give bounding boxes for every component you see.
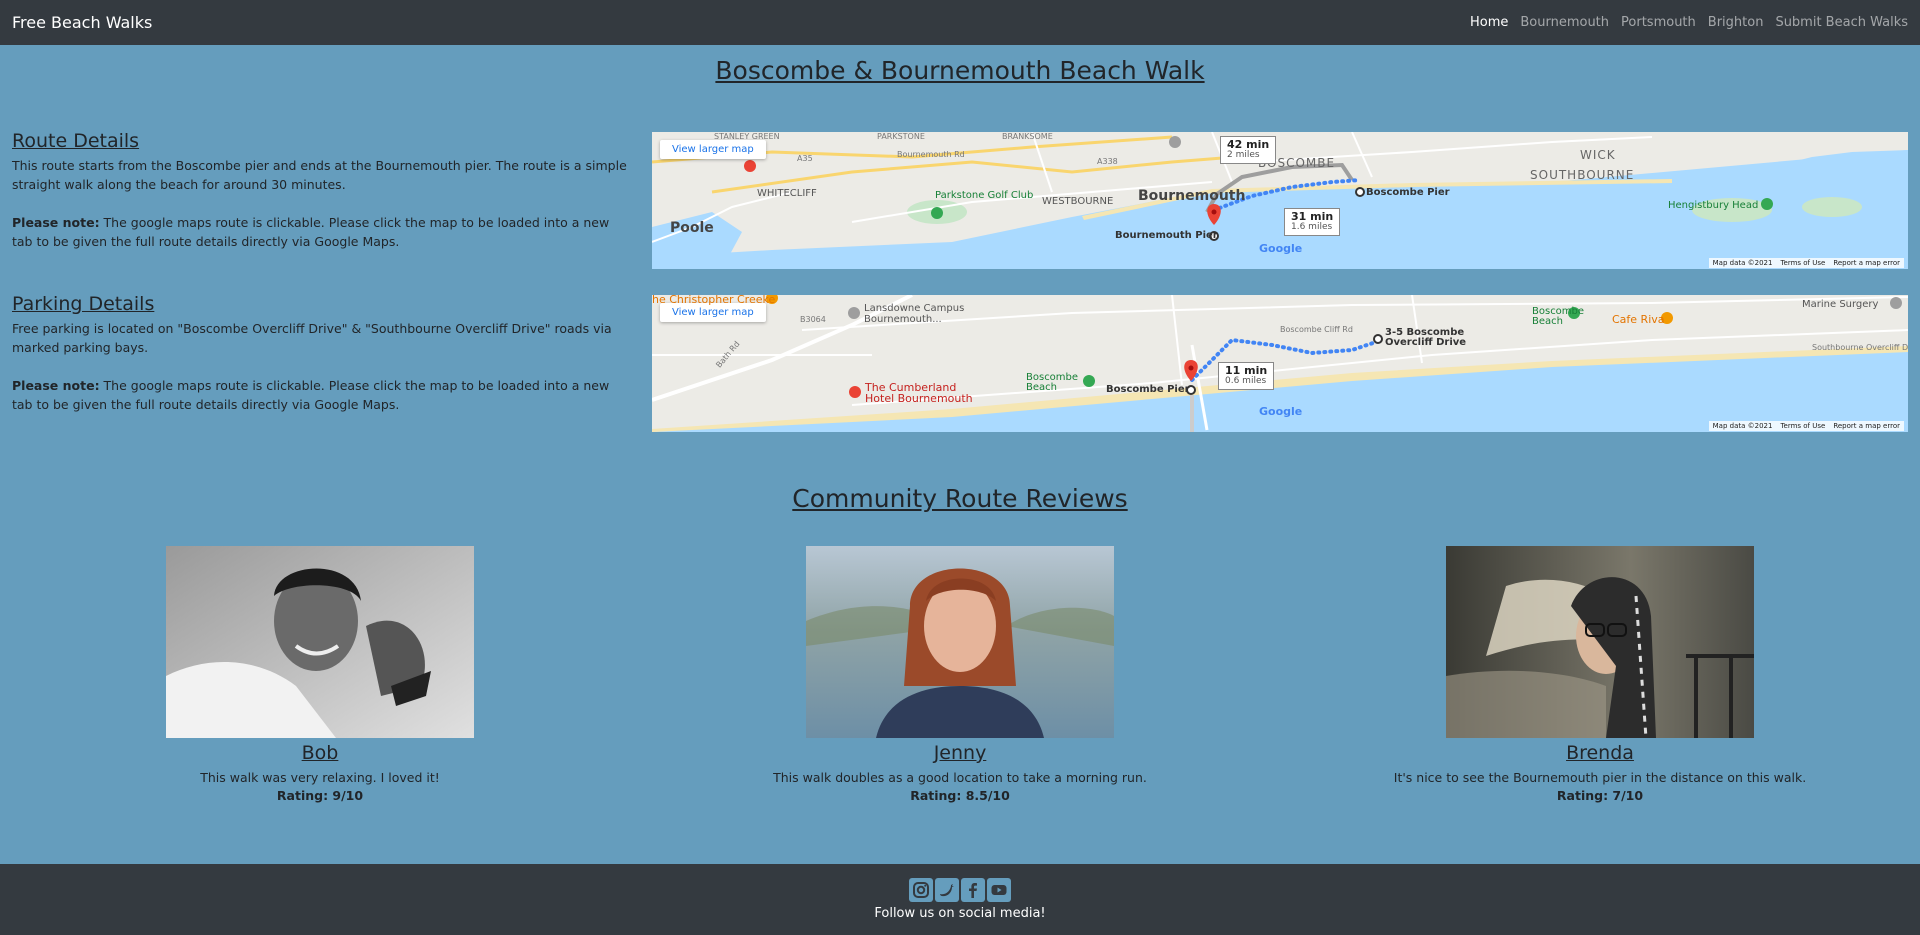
review-comment: This walk was very relaxing. I loved it! bbox=[200, 770, 440, 785]
google-logo: Google bbox=[1259, 242, 1303, 255]
map-label-marine-surgery: Marine Surgery bbox=[1802, 299, 1879, 310]
route-note-label: Please note: bbox=[12, 215, 100, 230]
walk-callout-11min: 11 min 0.6 miles bbox=[1218, 362, 1275, 390]
walk-distance: 0.6 miles bbox=[1225, 376, 1267, 386]
parking-details-heading: Parking Details bbox=[12, 293, 155, 315]
route-note-text: The google maps route is clickable. Plea… bbox=[12, 215, 610, 249]
map-label-lansdowne: Lansdowne Campus Bournemouth... bbox=[864, 303, 965, 325]
view-larger-map-button[interactable]: View larger map bbox=[660, 140, 766, 159]
social-links bbox=[0, 878, 1920, 902]
navbar: Free Beach Walks Home Bournemouth Portsm… bbox=[0, 0, 1920, 45]
map-label-bournemouth-pier: Bournemouth Pier bbox=[1115, 230, 1218, 241]
map-label-whitecliff: WHITECLIFF bbox=[757, 188, 817, 199]
route-map[interactable]: View larger map STANLEY GREEN PARKSTONE … bbox=[652, 132, 1908, 269]
map-data-text: Map data ©2021 bbox=[1712, 259, 1773, 267]
walk-callout-31min: 31 min 1.6 miles bbox=[1284, 208, 1341, 236]
nav-links: Home Bournemouth Portsmouth Brighton Sub… bbox=[1458, 15, 1908, 30]
review-rating: Rating: 9/10 bbox=[276, 788, 364, 803]
map-label-bournemouth-rd: Bournemouth Rd bbox=[897, 150, 965, 159]
route-details-heading: Route Details bbox=[12, 130, 140, 152]
map-label-wick: WICK bbox=[1580, 148, 1616, 162]
nav-link-portsmouth[interactable]: Portsmouth bbox=[1609, 15, 1696, 30]
reviews-heading: Community Route Reviews bbox=[792, 484, 1128, 513]
brand-link[interactable]: Free Beach Walks bbox=[12, 13, 152, 32]
map-label-b3064: B3064 bbox=[800, 315, 826, 324]
review-card: Jenny This walk doubles as a good locati… bbox=[640, 546, 1280, 803]
map-footer: Map data ©2021 Terms of Use Report a map… bbox=[1708, 258, 1904, 268]
parking-note-text: The google maps route is clickable. Plea… bbox=[12, 378, 610, 412]
parking-note: Please note: The google maps route is cl… bbox=[12, 376, 627, 414]
map-label-parkstone: PARKSTONE bbox=[877, 132, 925, 141]
map-footer: Map data ©2021 Terms of Use Report a map… bbox=[1708, 421, 1904, 431]
map-label-overcliff: 3-5 Boscombe Overcliff Drive bbox=[1385, 327, 1467, 348]
footer: Follow us on social media! bbox=[0, 864, 1920, 935]
parking-map[interactable]: View larger map he Christopher Creeke B3… bbox=[652, 295, 1908, 432]
map-label-stanley-green: STANLEY GREEN bbox=[714, 132, 780, 141]
page-title: Boscombe & Bournemouth Beach Walk bbox=[715, 56, 1205, 85]
review-card: Brenda It's nice to see the Bournemouth … bbox=[1280, 546, 1920, 803]
map-label-westbourne: WESTBOURNE bbox=[1042, 196, 1114, 207]
nav-link-home[interactable]: Home bbox=[1458, 15, 1508, 30]
map-label-a35: A35 bbox=[797, 154, 813, 163]
route-details: Route Details This route starts from the… bbox=[12, 130, 627, 251]
reviewer-name: Bob bbox=[301, 742, 339, 764]
nav-link-submit[interactable]: Submit Beach Walks bbox=[1763, 15, 1908, 30]
map-data-text: Map data ©2021 bbox=[1712, 422, 1773, 430]
map-label-a338: A338 bbox=[1097, 157, 1118, 166]
reviewer-photo bbox=[166, 546, 474, 738]
reviewer-name: Jenny bbox=[933, 742, 987, 764]
parking-details: Parking Details Free parking is located … bbox=[12, 293, 627, 414]
parking-details-text: Free parking is located on "Boscombe Ove… bbox=[12, 321, 612, 355]
map-label-southbourne-overcliff: Southbourne Overcliff Dr bbox=[1812, 343, 1908, 352]
reviewer-photo bbox=[1446, 546, 1754, 738]
map-label-cafe-riva: Cafe Riva bbox=[1612, 313, 1665, 326]
nav-link-brighton[interactable]: Brighton bbox=[1696, 15, 1764, 30]
review-card: Bob This walk was very relaxing. I loved… bbox=[0, 546, 640, 803]
report-link[interactable]: Report a map error bbox=[1833, 422, 1900, 430]
map-label-boscombe-beach: Boscombe Beach bbox=[1026, 372, 1079, 393]
map-label-poole: Poole bbox=[670, 220, 714, 236]
terms-link[interactable]: Terms of Use bbox=[1780, 422, 1825, 430]
route-details-text: This route starts from the Boscombe pier… bbox=[12, 158, 627, 192]
map-label-boscombe-pier: Boscombe Pier bbox=[1366, 187, 1450, 198]
review-rating: Rating: 7/10 bbox=[1556, 788, 1644, 803]
report-link[interactable]: Report a map error bbox=[1833, 259, 1900, 267]
twitter-icon[interactable] bbox=[935, 878, 959, 902]
walk-callout-42min: 42 min 2 miles bbox=[1220, 136, 1277, 164]
review-comment: It's nice to see the Bournemouth pier in… bbox=[1393, 770, 1807, 785]
route-note: Please note: The google maps route is cl… bbox=[12, 213, 627, 251]
map-label-parkstone-golf: Parkstone Golf Club bbox=[935, 190, 1034, 201]
nav-link-bournemouth[interactable]: Bournemouth bbox=[1508, 15, 1609, 30]
walk-distance: 1.6 miles bbox=[1291, 222, 1333, 232]
google-logo: Google bbox=[1259, 405, 1303, 418]
facebook-icon[interactable] bbox=[961, 878, 985, 902]
map-label-bournemouth: Bournemouth bbox=[1138, 188, 1246, 204]
reviewer-photo bbox=[806, 546, 1114, 738]
parking-note-label: Please note: bbox=[12, 378, 100, 393]
map-label-hengistbury: Hengistbury Head bbox=[1668, 200, 1759, 211]
reviewer-name: Brenda bbox=[1566, 742, 1634, 764]
map-label-boscombe-pier: Boscombe Pier bbox=[1106, 384, 1190, 395]
youtube-icon[interactable] bbox=[987, 878, 1011, 902]
footer-text: Follow us on social media! bbox=[874, 906, 1046, 921]
map-label-southbourne: SOUTHBOURNE bbox=[1530, 168, 1635, 182]
map-label-christopher-creeke: he Christopher Creeke bbox=[652, 295, 776, 306]
walk-distance: 2 miles bbox=[1227, 150, 1260, 160]
map-label-boscombe-beach-east: Boscombe Beach bbox=[1532, 306, 1585, 327]
terms-link[interactable]: Terms of Use bbox=[1780, 259, 1825, 267]
map-label-boscombe-cliff-rd: Boscombe Cliff Rd bbox=[1280, 325, 1353, 334]
map-label-branksome: BRANKSOME bbox=[1002, 132, 1053, 141]
review-comment: This walk doubles as a good location to … bbox=[773, 770, 1147, 785]
review-rating: Rating: 8.5/10 bbox=[910, 788, 1010, 803]
map-label-cumberland: The Cumberland Hotel Bournemouth bbox=[865, 381, 973, 405]
instagram-icon[interactable] bbox=[909, 878, 933, 902]
